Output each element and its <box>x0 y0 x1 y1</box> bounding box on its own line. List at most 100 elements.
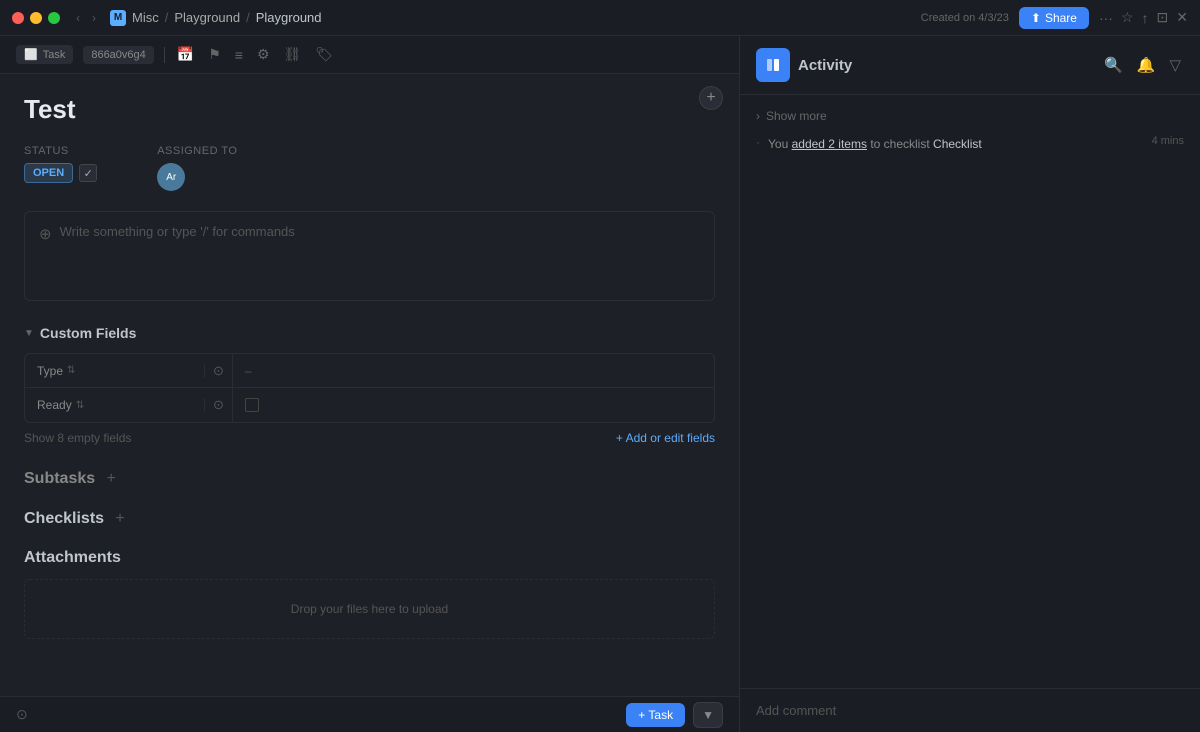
custom-field-row-type: Type ⇅ ⊙ – <box>25 354 714 388</box>
settings-icon[interactable]: ⚙ <box>255 44 272 65</box>
list-icon[interactable]: ≡ <box>233 45 245 65</box>
custom-fields-table: Type ⇅ ⊙ – Ready ⇅ <box>24 353 715 423</box>
avatar[interactable]: Ar <box>157 163 185 191</box>
drop-zone[interactable]: Drop your files here to upload <box>24 579 715 639</box>
checklists-title: Checklists <box>24 510 104 528</box>
titlebar-icons: ··· ☆ ↑ ⊡ ✕ <box>1099 9 1188 26</box>
activity-text: You added 2 items to checklist Checklist <box>768 135 1144 153</box>
breadcrumb-misc[interactable]: Misc <box>132 10 159 25</box>
fields-footer: Show 8 empty fields + Add or edit fields <box>24 431 715 445</box>
activity-link[interactable]: added 2 items <box>792 137 867 151</box>
activity-content: › Show more · You added 2 items to check… <box>740 95 1200 688</box>
breadcrumb-sep-2: / <box>246 10 250 25</box>
cf-ready-sort-icon[interactable]: ⇅ <box>76 400 84 411</box>
activity-checklist-name: Checklist <box>933 137 982 151</box>
close-window-button[interactable] <box>12 12 24 24</box>
nav-back-button[interactable]: ‹ <box>72 9 84 27</box>
activity-search-icon[interactable]: 🔍 <box>1101 53 1126 77</box>
subtasks-header: Subtasks + <box>24 469 715 489</box>
traffic-lights <box>12 12 60 24</box>
attachments-title: Attachments <box>24 549 121 566</box>
nav-forward-button[interactable]: › <box>88 9 100 27</box>
breadcrumb-playground-1[interactable]: Playground <box>174 10 240 25</box>
bottom-left: ⊙ <box>16 706 28 723</box>
meta-row: Status OPEN ✓ Assigned to Ar <box>24 145 715 191</box>
titlebar: ‹ › M Misc / Playground / Playground Cre… <box>0 0 1200 36</box>
nav-arrows: ‹ › <box>72 9 100 27</box>
activity-text-after: to checklist <box>870 137 933 151</box>
cf-name-ready: Ready ⇅ <box>25 398 205 412</box>
breadcrumb-playground-2[interactable]: Playground <box>256 10 322 25</box>
cf-type-settings-icon: ⊙ <box>213 363 224 379</box>
share-button[interactable]: ⬆ Share <box>1019 7 1089 29</box>
tag-icon[interactable]: 🏷 <box>313 44 335 65</box>
comment-area: Add comment <box>740 688 1200 732</box>
cf-ready-value[interactable] <box>233 398 714 412</box>
cf-type-icon-btn[interactable]: ⊙ <box>205 354 233 387</box>
subtasks-title: Subtasks <box>24 470 95 488</box>
activity-title: Activity <box>798 57 1093 74</box>
task-icon: ⬜ <box>24 48 38 61</box>
right-panel: Activity 🔍 🔔 ▽ › Show more · You added 2… <box>740 36 1200 732</box>
calendar-icon[interactable]: 📅 <box>175 44 196 65</box>
task-type-selector[interactable]: ▼ <box>693 702 723 728</box>
status-group: Status OPEN ✓ <box>24 145 97 191</box>
more-options-icon[interactable]: ··· <box>1099 10 1113 26</box>
panel-toggle-button[interactable] <box>756 48 790 82</box>
add-edit-fields-button[interactable]: + Add or edit fields <box>616 431 715 445</box>
show-more-button[interactable]: › Show more <box>756 103 1184 129</box>
comment-input[interactable]: Add comment <box>756 699 1184 722</box>
activity-text-before: You <box>768 137 792 151</box>
cf-ready-settings-icon: ⊙ <box>213 397 224 413</box>
add-circle-icon[interactable]: + <box>699 86 723 110</box>
status-badge: OPEN ✓ <box>24 163 97 183</box>
cf-ready-label: Ready <box>37 398 72 412</box>
activity-bullet-dot: · <box>756 135 760 149</box>
panel-toggle-icon <box>765 57 781 73</box>
add-checklist-button[interactable]: + <box>110 509 130 529</box>
status-check-button[interactable]: ✓ <box>79 164 97 182</box>
add-subtask-button[interactable]: + <box>101 469 121 489</box>
left-panel: ⬜ Task 866a0v6g4 📅 ⚑ ≡ ⚙ ⛓ 🏷 + Test Stat… <box>0 36 740 732</box>
assigned-group: Assigned to Ar <box>157 145 237 191</box>
cf-name-type: Type ⇅ <box>25 364 205 378</box>
cf-type-value[interactable]: – <box>233 364 714 378</box>
activity-bell-icon[interactable]: 🔔 <box>1134 53 1159 77</box>
upload-icon[interactable]: ↑ <box>1142 10 1149 26</box>
task-title[interactable]: Test <box>24 94 715 125</box>
flag-icon[interactable]: ⚑ <box>206 44 223 65</box>
status-open-button[interactable]: OPEN <box>24 163 73 183</box>
maximize-window-button[interactable] <box>48 12 60 24</box>
show-empty-fields[interactable]: Show 8 empty fields <box>24 431 131 445</box>
add-content-button[interactable]: + <box>699 86 723 110</box>
breadcrumb: M Misc / Playground / Playground <box>110 10 322 26</box>
activity-filter-icon[interactable]: ▽ <box>1166 53 1184 77</box>
bottom-settings-icon[interactable]: ⊙ <box>16 706 28 723</box>
cf-ready-checkbox[interactable] <box>245 398 259 412</box>
cf-sort-icon[interactable]: ⇅ <box>67 365 75 376</box>
task-toolbar: ⬜ Task 866a0v6g4 📅 ⚑ ≡ ⚙ ⛓ 🏷 <box>0 36 739 74</box>
breadcrumb-sep-1: / <box>165 10 169 25</box>
custom-fields-title: Custom Fields <box>40 325 136 341</box>
cf-ready-icon-btn[interactable]: ⊙ <box>205 388 233 422</box>
link-icon[interactable]: ⛓ <box>282 44 304 65</box>
activity-item: · You added 2 items to checklist Checkli… <box>756 129 1184 159</box>
star-icon[interactable]: ☆ <box>1121 9 1134 26</box>
custom-fields-toggle[interactable]: ▼ <box>24 328 34 339</box>
cf-type-dash: – <box>245 364 252 378</box>
task-label-text: Task <box>43 49 66 61</box>
activity-header: Activity 🔍 🔔 ▽ <box>740 36 1200 95</box>
minimize-window-button[interactable] <box>30 12 42 24</box>
close-icon[interactable]: ✕ <box>1176 9 1188 26</box>
layout-icon[interactable]: ⊡ <box>1157 9 1169 26</box>
task-id: 866a0v6g4 <box>83 46 153 64</box>
workspace-icon: M <box>110 10 126 26</box>
main-layout: ⬜ Task 866a0v6g4 📅 ⚑ ≡ ⚙ ⛓ 🏷 + Test Stat… <box>0 36 1200 732</box>
task-content: + Test Status OPEN ✓ Assigned to Ar <box>0 74 739 696</box>
add-task-button[interactable]: + Task <box>626 703 685 727</box>
attachments-header: Attachments <box>24 549 715 567</box>
chevron-right-icon: › <box>756 109 760 123</box>
task-type-chevron: ▼ <box>702 708 714 722</box>
show-more-label: Show more <box>766 109 827 123</box>
editor-area[interactable]: ⊕ Write something or type '/' for comman… <box>24 211 715 301</box>
